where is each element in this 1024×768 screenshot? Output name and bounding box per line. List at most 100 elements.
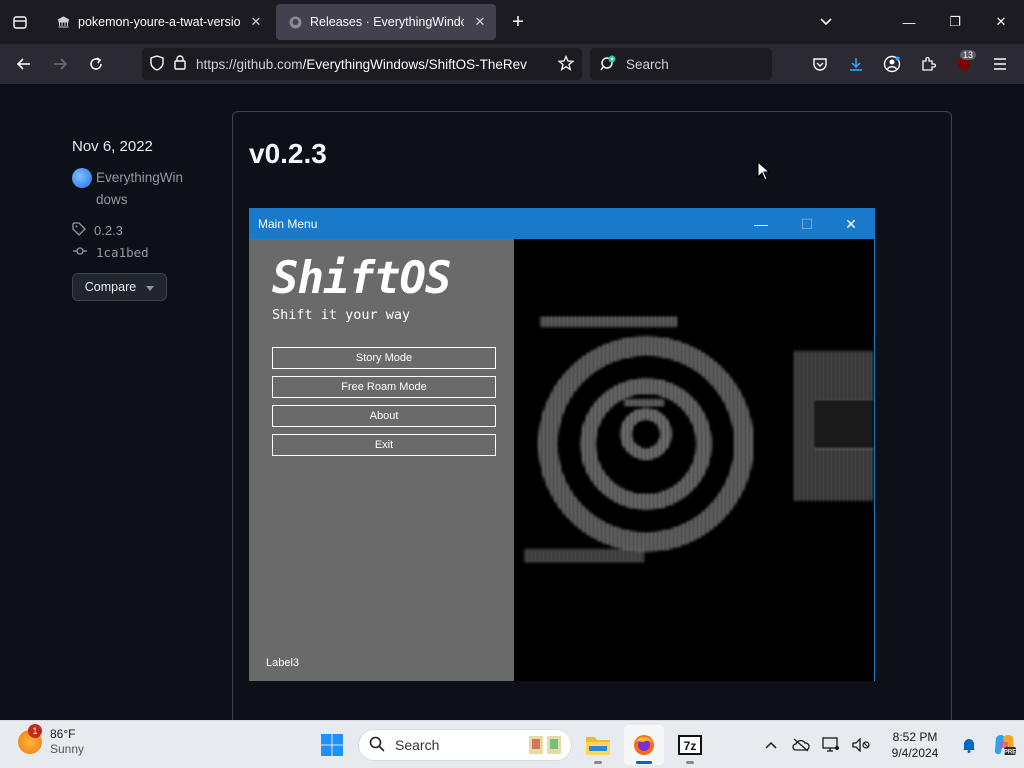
- screenshot-titlebar: Main Menu — ☐ ✕: [250, 209, 874, 239]
- back-button[interactable]: [6, 48, 42, 80]
- svg-text:7z: 7z: [684, 739, 697, 753]
- ascii-animation-panel: [514, 239, 874, 681]
- clock-date: 9/4/2024: [891, 746, 939, 760]
- lock-icon[interactable]: [174, 55, 186, 73]
- firefox-icon[interactable]: [624, 725, 664, 765]
- release-sidebar: Nov 6, 2022 EverythingWin dows 0.2.3 1ca1…: [72, 138, 222, 301]
- extension-badge: 13: [959, 50, 976, 60]
- label3-text: Label3: [266, 657, 300, 669]
- url-text: https://github.com/EverythingWindows/Shi…: [196, 57, 548, 72]
- screenshot-window-title: Main Menu: [258, 217, 318, 231]
- clock-time: 8:52 PM: [892, 730, 938, 744]
- chevron-down-icon[interactable]: [812, 10, 840, 34]
- sound-muted-icon[interactable]: [846, 721, 876, 768]
- search-engine-icon: [600, 55, 618, 74]
- search-bar[interactable]: Search: [590, 48, 772, 80]
- search-placeholder: Search: [626, 56, 669, 72]
- weather-badge: 1: [28, 724, 42, 738]
- forward-button[interactable]: [42, 48, 78, 80]
- release-tag[interactable]: 0.2.3: [72, 219, 222, 241]
- taskbar: 1 86°F Sunny Search 7z 8:52 PM 9/4/2024 …: [0, 720, 1024, 768]
- close-window-button[interactable]: ✕: [978, 0, 1024, 44]
- url-bar[interactable]: https://github.com/EverythingWindows/Shi…: [142, 48, 582, 80]
- shiftos-logo: ShiftOS: [272, 253, 451, 304]
- running-indicator: [686, 761, 694, 764]
- caret-down-icon: [146, 280, 155, 294]
- window-controls: — ❐ ✕: [886, 0, 1024, 44]
- weather-desc: Sunny: [50, 742, 85, 756]
- running-indicator: [636, 761, 652, 764]
- reload-button[interactable]: [78, 48, 114, 80]
- tagline: Shift it your way: [272, 307, 411, 323]
- windows-start-icon[interactable]: [312, 725, 352, 765]
- github-icon: [288, 15, 302, 29]
- search-icon: [369, 736, 385, 755]
- minimize-button[interactable]: —: [886, 0, 932, 44]
- system-tray: 8:52 PM 9/4/2024 PRE: [756, 721, 1024, 768]
- pocket-icon[interactable]: [802, 48, 838, 80]
- compare-label: Compare: [84, 280, 137, 294]
- mouse-cursor-icon: [757, 161, 771, 181]
- weather-temp: 86°F: [50, 727, 76, 741]
- tag-icon: [72, 221, 86, 239]
- new-tab-button[interactable]: +: [500, 4, 536, 40]
- close-icon[interactable]: ✕: [248, 14, 264, 30]
- extensions-icon[interactable]: [910, 48, 946, 80]
- avatar[interactable]: [72, 168, 92, 188]
- running-indicator: [594, 761, 602, 764]
- close-icon[interactable]: ✕: [472, 14, 488, 30]
- restore-button[interactable]: ❐: [932, 0, 978, 44]
- download-icon[interactable]: [838, 48, 874, 80]
- story-mode-button: Story Mode: [272, 347, 496, 369]
- copilot-icon[interactable]: PRE: [984, 721, 1024, 768]
- tag-label[interactable]: 0.2.3: [94, 223, 123, 238]
- minimize-icon: —: [754, 216, 768, 232]
- tab-pokemon[interactable]: pokemon-youre-a-twat-version ✕: [44, 4, 272, 40]
- tab-title: Releases · EverythingWindows/: [310, 15, 464, 29]
- browser-tab-bar: pokemon-youre-a-twat-version ✕ Releases …: [0, 0, 1024, 44]
- menu-panel: ShiftOS Shift it your way Story Mode Fre…: [250, 239, 514, 681]
- url-path: /EverythingWindows/ShiftOS-TheRev: [302, 56, 527, 72]
- release-title[interactable]: v0.2.3: [249, 138, 327, 170]
- shield-icon[interactable]: [150, 54, 164, 74]
- weather-widget[interactable]: 1 86°F Sunny: [18, 724, 85, 757]
- release-author[interactable]: EverythingWin dows: [72, 167, 222, 211]
- taskbar-search-label: Search: [395, 737, 440, 753]
- ascii-art-graphic: [524, 317, 874, 563]
- svg-text:PRE: PRE: [1004, 750, 1016, 756]
- file-explorer-icon[interactable]: [578, 725, 618, 765]
- account-icon[interactable]: [874, 48, 910, 80]
- release-screenshot: Main Menu — ☐ ✕ ShiftOS Shift it your wa…: [249, 208, 875, 681]
- toolbar-icons: 13: [802, 48, 1018, 80]
- commit-icon: [72, 244, 88, 261]
- release-commit[interactable]: 1ca1bed: [72, 241, 222, 263]
- release-date: Nov 6, 2022: [72, 138, 153, 155]
- display-icon[interactable]: [816, 721, 846, 768]
- 7zip-icon[interactable]: 7z: [670, 725, 710, 765]
- menu-icon[interactable]: [982, 48, 1018, 80]
- free-roam-button: Free Roam Mode: [272, 376, 496, 398]
- author-name-line1[interactable]: EverythingWin: [96, 170, 183, 185]
- notification-bell-icon[interactable]: [954, 721, 984, 768]
- taskbar-search[interactable]: Search: [358, 729, 572, 761]
- about-button: About: [272, 405, 496, 427]
- bookmark-star-icon[interactable]: [557, 54, 575, 74]
- browser-nav-bar: https://github.com/EverythingWindows/Shi…: [0, 44, 1024, 84]
- chevron-up-icon[interactable]: [756, 721, 786, 768]
- tab-releases[interactable]: Releases · EverythingWindows/ ✕: [276, 4, 496, 40]
- tab-list-icon[interactable]: [0, 0, 40, 44]
- exit-button: Exit: [272, 434, 496, 456]
- sun-icon: 1: [18, 724, 42, 754]
- url-host: https://github.com: [196, 56, 303, 72]
- building-icon: [56, 15, 70, 29]
- ublock-icon[interactable]: 13: [946, 48, 982, 80]
- system-clock[interactable]: 8:52 PM 9/4/2024: [876, 729, 954, 761]
- close-icon: ✕: [845, 215, 857, 232]
- cloud-offline-icon[interactable]: [786, 721, 816, 768]
- maximize-icon: ☐: [800, 215, 814, 232]
- compare-button[interactable]: Compare: [72, 273, 167, 301]
- commit-hash[interactable]: 1ca1bed: [96, 245, 149, 260]
- taskbar-apps: Search 7z: [312, 725, 710, 765]
- search-highlight-icon: [527, 734, 563, 759]
- author-name-line2[interactable]: dows: [96, 192, 128, 207]
